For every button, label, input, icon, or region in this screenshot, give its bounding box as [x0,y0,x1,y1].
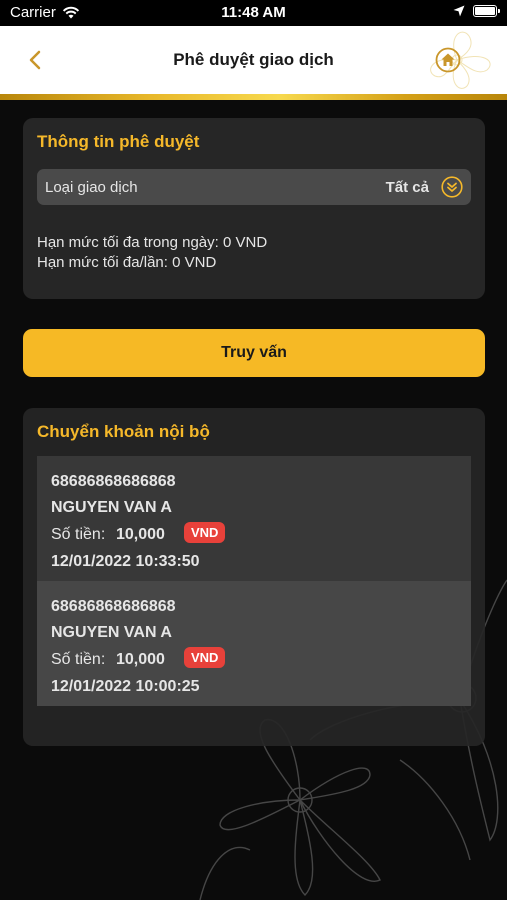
currency-badge: VND [184,647,226,668]
transaction-type-value: Tất cả [385,179,429,196]
transaction-datetime: 12/01/2022 10:33:50 [51,553,200,570]
status-right [453,5,500,17]
transaction-name: NGUYEN VAN A [51,499,172,516]
internal-transfer-title: Chuyển khoản nội bộ [37,422,210,441]
double-chevron-down-icon[interactable] [441,176,463,198]
currency-badge: VND [184,522,226,543]
query-button[interactable]: Truy vấn [23,329,485,377]
transaction-account: 68686868686868 [51,473,176,490]
app-header: Phê duyệt giao dịch [0,26,507,94]
per-transaction-limit-text: Hạn mức tối đa/lần: 0 VND [37,254,217,271]
battery-icon [473,5,500,17]
internal-transfer-card: Chuyển khoản nội bộ 68686868686868 NGUYE… [23,408,485,746]
status-bar: Carrier 11:48 AM [0,0,507,26]
transaction-amount: 10,000 [116,651,165,668]
home-icon[interactable] [435,47,461,73]
transaction-account: 68686868686868 [51,598,176,615]
transaction-name: NGUYEN VAN A [51,624,172,641]
transaction-datetime: 12/01/2022 10:00:25 [51,678,200,695]
status-time: 11:48 AM [221,4,286,21]
approval-info-title: Thông tin phê duyệt [37,132,200,151]
transaction-row[interactable]: 68686868686868 NGUYEN VAN A Số tiền: 10,… [37,581,471,706]
transaction-type-select[interactable]: Loại giao dịch Tất cả [37,169,471,205]
transaction-amount-label: Số tiền: [51,526,106,543]
approval-screen: Carrier 11:48 AM Phê duyệt giao dịch Thô… [0,0,507,900]
approval-info-card: Thông tin phê duyệt Loại giao dịch Tất c… [23,118,485,299]
page-title: Phê duyệt giao dịch [173,50,334,69]
daily-limit-text: Hạn mức tối đa trong ngày: 0 VND [37,234,268,251]
transaction-amount-label: Số tiền: [51,651,106,668]
transaction-row[interactable]: 68686868686868 NGUYEN VAN A Số tiền: 10,… [37,456,471,581]
location-icon [453,5,465,17]
transaction-amount: 10,000 [116,526,165,543]
transaction-type-label: Loại giao dịch [45,179,138,196]
header-gold-divider [0,94,507,100]
